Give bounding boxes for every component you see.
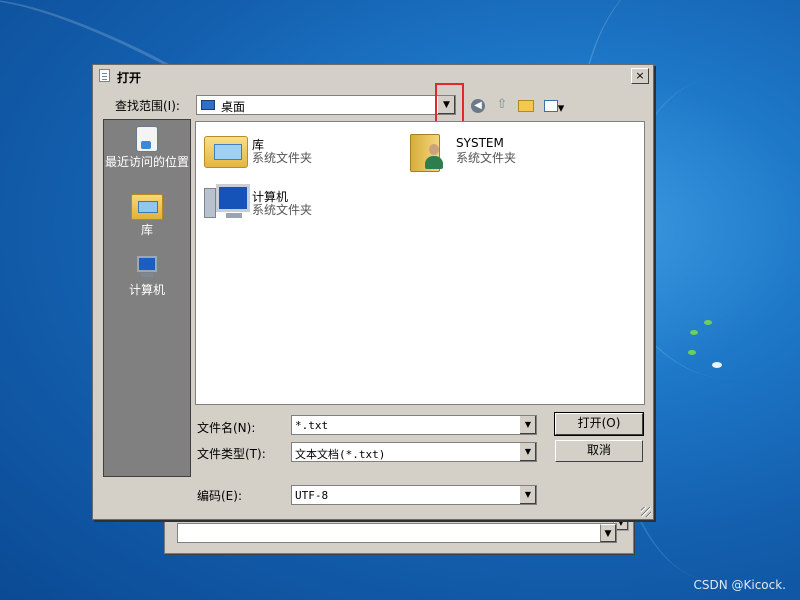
place-label: 库 [140, 223, 153, 237]
filetype-dropdown-button[interactable]: ▼ [519, 443, 536, 461]
user-folder-icon [408, 130, 448, 174]
file-list[interactable]: 库 系统文件夹 SYSTEM 系统文件夹 计算机 系统文件夹 [195, 121, 645, 405]
list-item[interactable]: 计算机 系统文件夹 [200, 180, 390, 224]
back-arrow-icon: ◀ [471, 99, 485, 113]
places-bar: 最近访问的位置 库 计算机 [103, 119, 191, 477]
desktop-icon [201, 100, 215, 110]
cancel-button[interactable]: 取消 [555, 440, 643, 462]
watermark: CSDN @Kicock. [693, 578, 786, 592]
open-file-dialog: 打开 × 查找范围(I): 桌面 ▼ ◀ ⇧ ▾ 最近访问的位置 库 计算机 库… [92, 64, 654, 520]
wallpaper-leaf [688, 350, 696, 355]
list-item[interactable]: 库 系统文件夹 [200, 128, 390, 172]
new-folder-icon [518, 100, 534, 112]
computer-icon [134, 256, 160, 280]
recent-places-icon [136, 126, 158, 152]
place-recent[interactable]: 最近访问的位置 [104, 126, 190, 169]
title-bar[interactable]: 打开 × [95, 67, 651, 85]
item-type: 系统文件夹 [252, 151, 313, 165]
wallpaper-leaf [704, 320, 712, 325]
item-type: 系统文件夹 [252, 203, 313, 217]
filename-input[interactable]: *.txt ▼ [291, 415, 537, 435]
look-in-combo[interactable]: 桌面 ▼ [196, 95, 456, 115]
item-type: 系统文件夹 [456, 151, 517, 165]
filetype-label: 文件类型(T): [197, 447, 266, 461]
dialog-title: 打开 [117, 71, 142, 85]
view-grid-icon [543, 100, 558, 112]
resize-grip[interactable] [641, 507, 651, 517]
list-item[interactable]: SYSTEM 系统文件夹 [404, 128, 594, 172]
encoding-select[interactable]: UTF-8 ▼ [291, 485, 537, 505]
look-in-label: 查找范围(I): [115, 99, 180, 113]
look-in-dropdown-button[interactable]: ▼ [437, 96, 455, 114]
close-button[interactable]: × [631, 68, 649, 84]
library-icon [204, 130, 250, 170]
wallpaper-bird [712, 362, 722, 368]
notepad-icon [99, 69, 110, 82]
wallpaper-leaf [690, 330, 698, 335]
filetype-value: 文本文档(*.txt) [295, 448, 386, 461]
item-name: SYSTEM [456, 136, 504, 150]
view-menu-button[interactable]: ▾ [541, 97, 567, 116]
up-folder-icon: ⇧ [496, 97, 508, 112]
place-label: 计算机 [128, 283, 165, 297]
encoding-value: UTF-8 [295, 489, 329, 502]
filename-dropdown-button[interactable]: ▼ [519, 416, 536, 434]
encoding-dropdown-button[interactable]: ▼ [519, 486, 536, 504]
encoding-label: 编码(E): [197, 489, 242, 503]
filename-label: 文件名(N): [197, 421, 256, 435]
computer-icon [204, 182, 252, 222]
filename-value: *.txt [295, 419, 329, 432]
look-in-value: 桌面 [221, 100, 246, 114]
place-label: 最近访问的位置 [104, 155, 189, 169]
background-window-combo[interactable]: ▼ [177, 523, 617, 543]
new-folder-button[interactable] [517, 97, 535, 113]
open-button[interactable]: 打开(O) [554, 412, 644, 436]
place-library[interactable]: 库 [104, 194, 190, 237]
filetype-select[interactable]: 文本文档(*.txt) ▼ [291, 442, 537, 462]
back-button[interactable]: ◀ [469, 97, 487, 113]
up-folder-button[interactable]: ⇧ [493, 97, 511, 113]
library-icon [131, 194, 163, 220]
place-computer[interactable]: 计算机 [104, 256, 190, 297]
